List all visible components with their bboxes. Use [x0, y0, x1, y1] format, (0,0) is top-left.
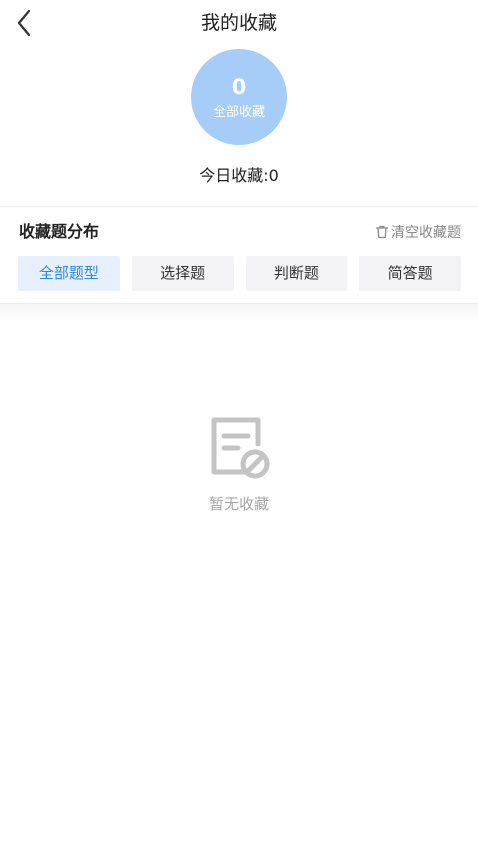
tab-short-answer[interactable]: 简答题 — [359, 256, 461, 291]
clear-favorites-label: 清空收藏题 — [391, 225, 461, 241]
tab-true-false[interactable]: 判断题 — [245, 256, 348, 291]
section-title: 收藏题分布 — [19, 222, 100, 241]
empty-document-icon — [206, 414, 272, 482]
today-favorites-text: 今日收藏:0 — [199, 166, 279, 185]
total-favorites-circle: 0 全部收藏 — [191, 49, 287, 145]
question-type-tabs: 全部题型 选择题 判断题 简答题 — [18, 256, 461, 291]
total-favorites-count: 0 — [231, 75, 247, 99]
tab-all-types[interactable]: 全部题型 — [18, 256, 120, 291]
tab-multiple-choice[interactable]: 选择题 — [131, 256, 234, 291]
clear-favorites-button[interactable]: 清空收藏题 — [375, 222, 461, 242]
divider — [0, 206, 478, 207]
total-favorites-label: 全部收藏 — [212, 105, 265, 120]
empty-state-text: 暂无收藏 — [208, 495, 269, 513]
page-title: 我的收藏 — [200, 12, 277, 34]
trash-icon — [375, 225, 389, 239]
content-separator — [0, 304, 478, 322]
header-bar: 我的收藏 — [0, 0, 478, 46]
